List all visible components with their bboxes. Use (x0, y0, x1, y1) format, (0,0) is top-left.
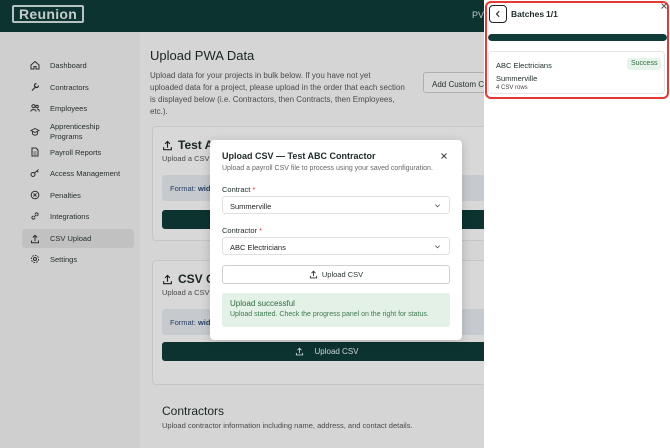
success-title: Upload successful (230, 299, 295, 308)
close-icon[interactable] (660, 2, 668, 10)
status-badge: Success (627, 58, 662, 70)
field-label-text: Contract (222, 185, 251, 194)
chevron-down-icon (435, 245, 440, 249)
batch-project: Summerville (496, 74, 538, 83)
close-icon[interactable] (439, 151, 449, 161)
contractor-value: ABC Electricians (230, 243, 286, 252)
upload-csv-modal: Upload CSV — Test ABC Contractor Upload … (210, 140, 462, 340)
back-button[interactable] (489, 5, 507, 23)
contract-select[interactable]: Summerville (222, 196, 450, 214)
modal-upload-csv-button[interactable]: Upload CSV (222, 265, 450, 284)
contract-label: Contract * (222, 185, 255, 194)
chevron-left-icon (495, 10, 500, 18)
contractor-select[interactable]: ABC Electricians (222, 237, 450, 255)
contractor-label: Contractor * (222, 226, 262, 235)
success-message: Upload started. Check the progress panel… (230, 311, 429, 318)
modal-title: Upload CSV — Test ABC Contractor (222, 151, 376, 161)
panel-title: Batches (511, 9, 545, 19)
button-label: Upload CSV (321, 270, 364, 279)
chevron-down-icon (435, 204, 440, 208)
contract-value: Summerville (230, 202, 272, 211)
batch-card[interactable]: ABC Electricians Success Summerville 4 C… (488, 51, 665, 94)
modal-subtitle: Upload a payroll CSV file to process usi… (222, 165, 433, 172)
required-mark: * (252, 185, 256, 194)
batch-contractor: ABC Electricians (496, 61, 552, 70)
progress-fill (488, 34, 667, 41)
progress-bar (488, 34, 667, 41)
upload-icon (309, 270, 317, 279)
batch-count: 1/1 (546, 9, 558, 19)
required-mark: * (259, 226, 263, 235)
batch-row-count: 4 CSV rows (496, 85, 528, 91)
success-alert: Upload successful Upload started. Check … (222, 293, 450, 327)
field-label-text: Contractor (222, 226, 258, 235)
